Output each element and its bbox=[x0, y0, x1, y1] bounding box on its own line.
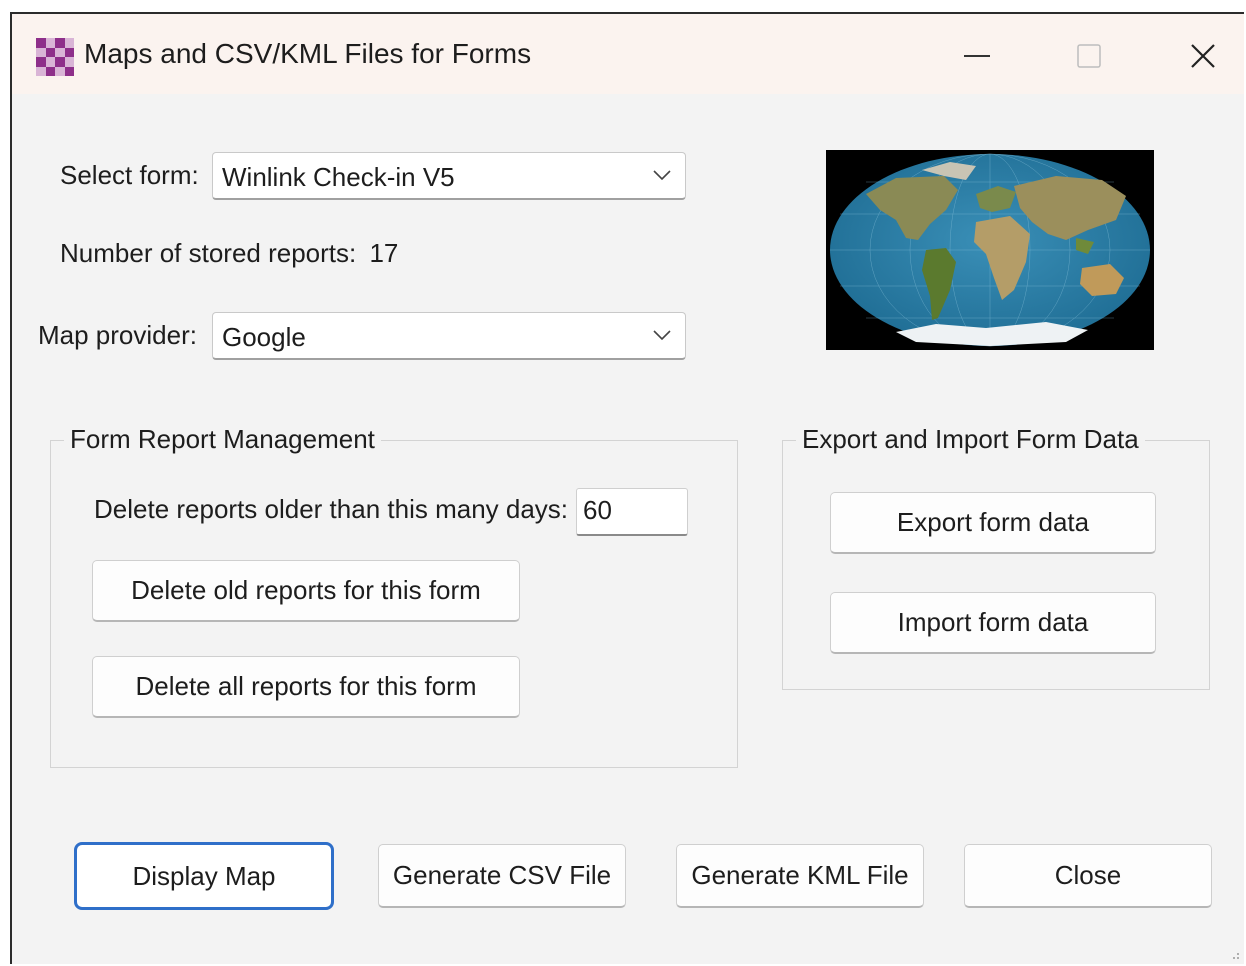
delete-old-reports-button[interactable]: Delete old reports for this form bbox=[92, 560, 520, 622]
maximize-button bbox=[1054, 32, 1124, 80]
export-import-title: Export and Import Form Data bbox=[796, 424, 1145, 455]
delete-days-label: Delete reports older than this many days… bbox=[94, 494, 569, 524]
select-form-value: Winlink Check-in V5 bbox=[222, 162, 455, 192]
display-map-button[interactable]: Display Map bbox=[74, 842, 334, 910]
delete-days-value: 60 bbox=[583, 495, 612, 525]
title-bar: Maps and CSV/KML Files for Forms bbox=[12, 14, 1244, 94]
generate-csv-button[interactable]: Generate CSV File bbox=[378, 844, 626, 908]
select-form-dropdown[interactable]: Winlink Check-in V5 bbox=[212, 152, 686, 200]
close-button[interactable]: Close bbox=[964, 844, 1212, 908]
close-icon bbox=[1191, 44, 1215, 68]
delete-days-input[interactable]: 60 bbox=[576, 488, 688, 536]
stored-reports-text: Number of stored reports: bbox=[60, 238, 357, 268]
window-title: Maps and CSV/KML Files for Forms bbox=[84, 38, 532, 69]
app-checker-icon bbox=[36, 38, 74, 76]
dialog-window: Maps and CSV/KML Files for Forms Select … bbox=[10, 12, 1244, 964]
report-management-title: Form Report Management bbox=[64, 424, 381, 455]
generate-kml-button[interactable]: Generate KML File bbox=[676, 844, 924, 908]
close-window-button[interactable] bbox=[1168, 32, 1238, 80]
world-map-image bbox=[826, 150, 1154, 350]
maximize-icon bbox=[1077, 44, 1101, 68]
map-provider-label: Map provider: bbox=[38, 320, 197, 350]
map-provider-value: Google bbox=[222, 322, 306, 352]
export-form-data-button[interactable]: Export form data bbox=[830, 492, 1156, 554]
minimize-icon bbox=[964, 55, 990, 57]
minimize-button[interactable] bbox=[942, 32, 1012, 80]
stored-reports-count: 17 bbox=[369, 238, 399, 268]
resize-grip-icon[interactable] bbox=[1228, 948, 1240, 960]
stored-reports-label: Number of stored reports: 17 bbox=[60, 238, 398, 269]
chevron-down-icon bbox=[653, 170, 671, 181]
map-provider-dropdown[interactable]: Google bbox=[212, 312, 686, 360]
delete-all-reports-button[interactable]: Delete all reports for this form bbox=[92, 656, 520, 718]
import-form-data-button[interactable]: Import form data bbox=[830, 592, 1156, 654]
chevron-down-icon bbox=[653, 330, 671, 341]
select-form-label: Select form: bbox=[60, 160, 199, 190]
